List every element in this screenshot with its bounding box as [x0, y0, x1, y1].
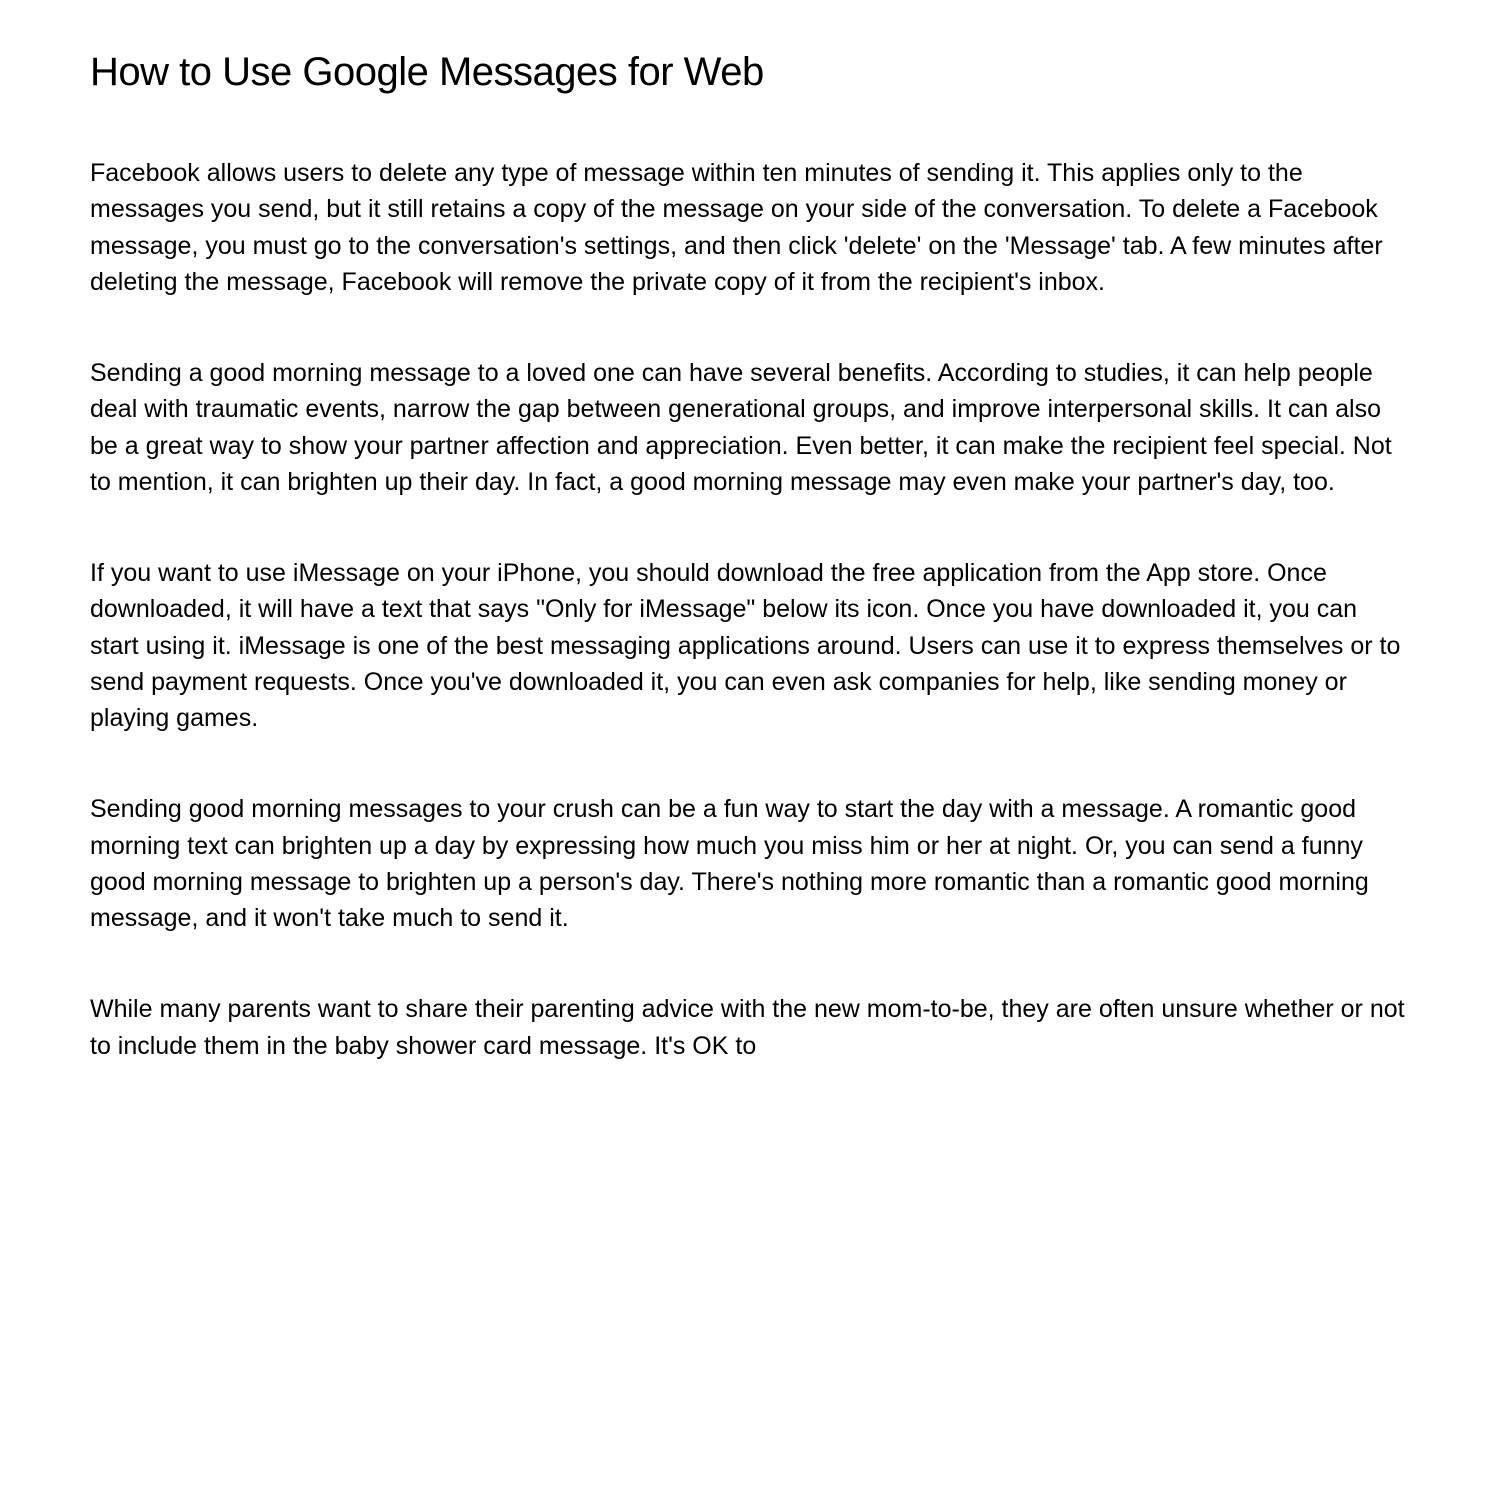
body-paragraph: If you want to use iMessage on your iPho…	[90, 555, 1410, 736]
body-paragraph: While many parents want to share their p…	[90, 991, 1410, 1064]
page-title: How to Use Google Messages for Web	[90, 50, 1410, 95]
body-paragraph: Facebook allows users to delete any type…	[90, 155, 1410, 300]
body-paragraph: Sending a good morning message to a love…	[90, 355, 1410, 500]
body-paragraph: Sending good morning messages to your cr…	[90, 791, 1410, 936]
